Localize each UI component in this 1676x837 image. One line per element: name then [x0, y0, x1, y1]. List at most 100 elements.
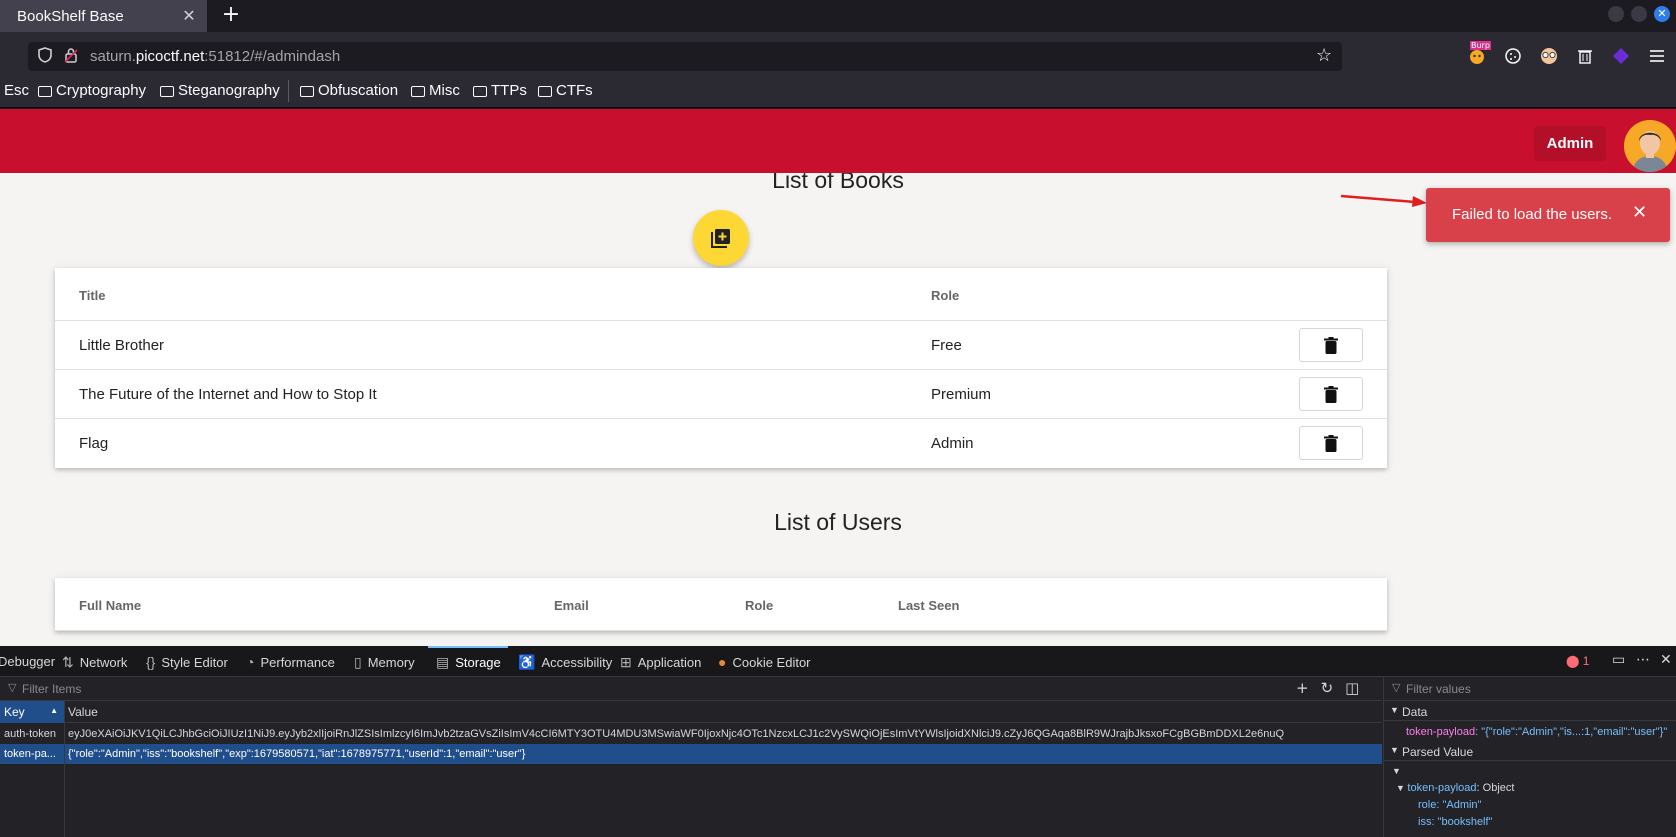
- table-row: The Future of the Internet and How to St…: [55, 370, 1387, 419]
- add-item-icon[interactable]: +: [1296, 679, 1309, 697]
- section-label: Parsed Value: [1402, 745, 1474, 759]
- users-section-title: List of Users: [774, 509, 902, 535]
- tab-debugger[interactable]: Debugger: [0, 654, 55, 669]
- bookmark-label: CTFs: [556, 82, 593, 99]
- toast-close-icon[interactable]: ✕: [1632, 202, 1647, 223]
- tab-title: BookShelf Base: [17, 7, 124, 25]
- filter-icon: ▽: [1392, 681, 1401, 694]
- bookmark-esc[interactable]: Esc: [4, 82, 29, 99]
- extension-icon[interactable]: [1610, 45, 1632, 67]
- bookmark-label: Cryptography: [56, 82, 147, 99]
- column-header-email[interactable]: Email: [554, 598, 589, 613]
- filter-values-input[interactable]: Filter values: [1406, 682, 1471, 696]
- menu-icon[interactable]: [1646, 45, 1668, 67]
- column-header-title[interactable]: Title: [79, 288, 106, 303]
- app-header: Admin: [0, 109, 1676, 173]
- bookmark-folder-ctfs[interactable]: CTFs: [538, 82, 593, 99]
- tab-style-editor[interactable]: {} Style Editor: [146, 654, 228, 670]
- tab-network[interactable]: ⇅ Network: [62, 654, 127, 671]
- bookmark-folder-obfuscation[interactable]: Obfuscation: [300, 82, 398, 99]
- cookie-icon[interactable]: [1502, 45, 1524, 67]
- refresh-icon[interactable]: ↻: [1321, 679, 1334, 697]
- sidebar-section-parsed[interactable]: ▼ Parsed Value: [1384, 741, 1676, 761]
- window-controls: ✕: [1608, 6, 1670, 22]
- tab-close-icon[interactable]: ✕: [179, 6, 199, 26]
- tab-storage[interactable]: ▤ Storage: [436, 654, 501, 671]
- avatar[interactable]: [1624, 120, 1676, 172]
- lock-icon[interactable]: [64, 47, 80, 65]
- bookmark-folder-misc[interactable]: Misc: [411, 82, 460, 99]
- collapse-triangle-icon: ▼: [1390, 705, 1399, 715]
- data-entry: token-payload: "{"role":"Admin","is...:1…: [1406, 726, 1667, 738]
- add-book-button[interactable]: [693, 210, 749, 266]
- bookmark-folder-cryptography[interactable]: Cryptography: [38, 82, 146, 99]
- filter-items-input[interactable]: Filter Items: [22, 682, 81, 696]
- users-table-header: Full Name Email Role Last Seen: [55, 578, 1387, 631]
- tab-performance[interactable]: ◔ Performance: [246, 654, 335, 670]
- url-text[interactable]: saturn.picoctf.net:51812/#/admindash: [90, 48, 340, 65]
- sidebar-section-data[interactable]: ▼ Data: [1384, 701, 1676, 721]
- delete-book-button[interactable]: [1299, 328, 1363, 362]
- storage-row-selected[interactable]: token-pa... {"role":"Admin","iss":"books…: [0, 744, 1382, 764]
- page-content: List of Books Admin Title Role Little Br…: [0, 109, 1676, 646]
- maximize-button[interactable]: [1631, 6, 1647, 22]
- error-count-badge[interactable]: ⬤ 1: [1566, 654, 1589, 668]
- tab-label: Cookie Editor: [732, 654, 811, 670]
- memory-chip-icon: ▯: [354, 654, 362, 670]
- delete-book-button[interactable]: [1299, 426, 1363, 460]
- sidebar-filter: ▽ Filter values: [1384, 677, 1676, 701]
- storage-toolbar: + ↻ ◫: [1296, 679, 1359, 697]
- new-tab-button[interactable]: +: [220, 4, 242, 26]
- users-table: Full Name Email Role Last Seen: [55, 578, 1387, 631]
- column-header-key[interactable]: Key ▲: [0, 701, 64, 723]
- burp-label: Burp: [1470, 41, 1491, 50]
- url-path: :51812/#/admindash: [204, 48, 341, 65]
- storage-value: eyJ0eXAiOiJKV1QiLCJhbGciOiJIUzI1NiJ9.eyJ…: [68, 728, 1285, 740]
- sidebar-toggle-icon[interactable]: ◫: [1345, 679, 1359, 697]
- column-header-last-seen[interactable]: Last Seen: [898, 598, 959, 613]
- key-header-label: Key: [4, 705, 25, 719]
- storage-row[interactable]: auth-token eyJ0eXAiOiJKV1QiLCJhbGciOiJIU…: [0, 724, 1382, 744]
- column-header-value[interactable]: Value: [68, 705, 98, 719]
- tab-label: Memory: [367, 655, 415, 670]
- burp-icon[interactable]: Burp: [1466, 41, 1491, 67]
- admin-button[interactable]: Admin: [1534, 126, 1606, 161]
- close-window-button[interactable]: ✕: [1654, 6, 1670, 22]
- tab-memory[interactable]: ▯ Memory: [354, 654, 415, 671]
- bookmark-label: Misc: [429, 82, 460, 99]
- tab-cookie-editor[interactable]: ● Cookie Editor: [718, 654, 811, 670]
- bookmark-label: Esc: [4, 82, 30, 99]
- bookmark-folder-steganography[interactable]: Steganography: [160, 82, 280, 99]
- storage-value: {"role":"Admin","iss":"bookshelf","exp":…: [68, 748, 526, 760]
- parsed-object-entry[interactable]: ▼ token-payload: Object: [1396, 782, 1514, 794]
- tab-label: Style Editor: [161, 654, 228, 670]
- tab-label: Application: [637, 655, 702, 670]
- trash-icon: [1324, 434, 1338, 452]
- books-table: Title Role Little Brother Free The Futur…: [55, 268, 1387, 468]
- sort-ascending-icon: ▲: [50, 706, 58, 715]
- active-tab-indicator: [428, 646, 508, 648]
- more-options-icon[interactable]: ⋯: [1636, 652, 1650, 668]
- object-type: : Object: [1476, 782, 1515, 794]
- bookmark-separator: [288, 80, 289, 102]
- column-header-role[interactable]: Role: [931, 288, 959, 303]
- delete-book-button[interactable]: [1299, 377, 1363, 411]
- glasses-icon[interactable]: [1538, 45, 1560, 67]
- minimize-button[interactable]: [1608, 6, 1624, 22]
- bookmark-folder-ttps[interactable]: TTPs: [473, 82, 527, 99]
- shield-icon[interactable]: [38, 47, 54, 65]
- column-header-role[interactable]: Role: [745, 598, 773, 613]
- iss-key: iss: [1418, 816, 1432, 828]
- tab-label: Network: [79, 655, 128, 670]
- book-role: Admin: [931, 435, 974, 452]
- bookmark-star-icon[interactable]: ☆: [1316, 45, 1332, 66]
- responsive-design-icon[interactable]: ▭: [1612, 652, 1625, 668]
- collapse-triangle-icon[interactable]: ▼: [1392, 766, 1401, 776]
- tab-accessibility[interactable]: ♿ Accessibility: [518, 654, 612, 671]
- book-title: The Future of the Internet and How to St…: [79, 386, 377, 403]
- tab-application[interactable]: ⊞ Application: [620, 654, 701, 671]
- column-header-full-name[interactable]: Full Name: [79, 598, 141, 613]
- close-devtools-icon[interactable]: ✕: [1660, 652, 1672, 668]
- browser-tab[interactable]: BookShelf Base ✕: [0, 0, 207, 32]
- trash-icon[interactable]: [1574, 45, 1596, 67]
